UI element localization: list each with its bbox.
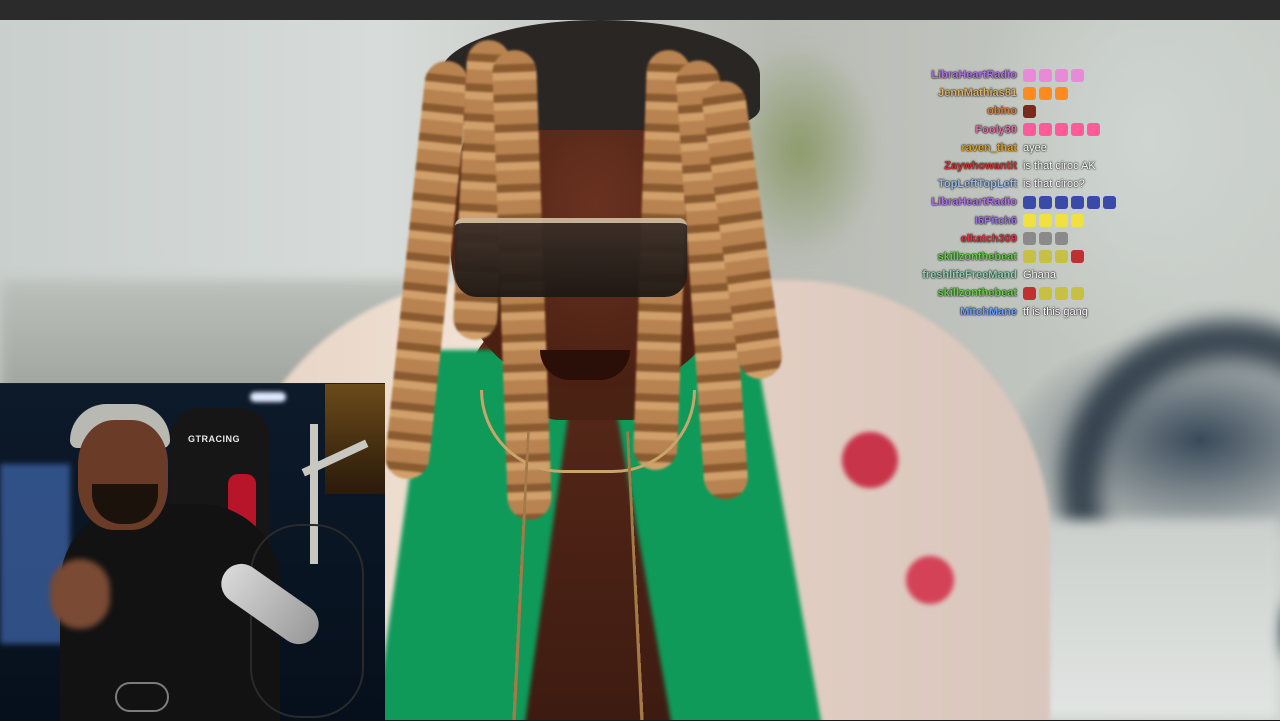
chat-emote-icon bbox=[1039, 123, 1052, 136]
chat-username[interactable]: elkatch309 bbox=[900, 233, 1023, 245]
chat-emote-icon bbox=[1023, 105, 1036, 118]
chat-emote-icon bbox=[1023, 250, 1036, 263]
chat-message: Fooly30 bbox=[900, 121, 1150, 139]
chat-username[interactable]: TopLeftTopLeft bbox=[900, 178, 1023, 190]
chat-emote-icon bbox=[1071, 196, 1084, 209]
chat-emote-icon bbox=[1071, 287, 1084, 300]
chat-emote-icon bbox=[1071, 250, 1084, 263]
chat-emote-icon bbox=[1039, 196, 1052, 209]
chat-message-text: is that ciroc AK bbox=[1023, 160, 1096, 172]
chat-username[interactable]: MitchMane bbox=[900, 306, 1023, 318]
chat-message: LibraHeartRadio bbox=[900, 193, 1150, 211]
chat-message: raven_that ayee bbox=[900, 139, 1150, 157]
chat-message: TopLeftTopLeft is that ciroc? bbox=[900, 175, 1150, 193]
chat-message-text: Ghana bbox=[1023, 269, 1056, 281]
chat-message: freshlifeFreeMand Ghana bbox=[900, 266, 1150, 284]
chat-emote-icon bbox=[1023, 87, 1036, 100]
chat-username[interactable]: LibraHeartRadio bbox=[900, 69, 1023, 81]
chat-message-body bbox=[1023, 214, 1087, 227]
chat-message-body: is that ciroc? bbox=[1023, 178, 1085, 190]
chat-username[interactable]: JennMathias81 bbox=[900, 87, 1023, 99]
chat-emote-icon bbox=[1103, 196, 1116, 209]
chat-emote-icon bbox=[1039, 232, 1052, 245]
webcam-shelf bbox=[325, 384, 385, 494]
chat-username[interactable]: skillzonthebeat bbox=[900, 287, 1023, 299]
chat-message-body: ayee bbox=[1023, 142, 1047, 154]
chat-message-body bbox=[1023, 196, 1119, 209]
chat-message: LibraHeartRadio bbox=[900, 66, 1150, 84]
chat-emote-icon bbox=[1023, 214, 1036, 227]
chat-message: elkatch309 bbox=[900, 230, 1150, 248]
chat-emote-icon bbox=[1039, 250, 1052, 263]
drinking-glass bbox=[115, 682, 169, 712]
chat-username[interactable]: skillzonthebeat bbox=[900, 251, 1023, 263]
chat-emote-icon bbox=[1087, 123, 1100, 136]
chat-username[interactable]: freshlifeFreeMand bbox=[900, 269, 1023, 281]
chat-emote-icon bbox=[1055, 196, 1068, 209]
chat-emote-icon bbox=[1023, 69, 1036, 82]
chat-emote-icon bbox=[1055, 69, 1068, 82]
performer-pendant-chain bbox=[511, 432, 646, 720]
chat-emote-icon bbox=[1071, 214, 1084, 227]
chat-message: JennMathias81 bbox=[900, 84, 1150, 102]
webcam-ceiling-light bbox=[250, 392, 286, 402]
chat-message-body bbox=[1023, 87, 1071, 100]
chat-emote-icon bbox=[1039, 69, 1052, 82]
chat-emote-icon bbox=[1055, 87, 1068, 100]
chat-username[interactable]: I6Pitch6 bbox=[900, 215, 1023, 227]
chat-message-text: ayee bbox=[1023, 142, 1047, 154]
chat-emote-icon bbox=[1023, 232, 1036, 245]
chat-emote-icon bbox=[1023, 196, 1036, 209]
top-bar bbox=[0, 0, 1280, 20]
chat-emote-icon bbox=[1055, 123, 1068, 136]
chat-username[interactable]: raven_that bbox=[900, 142, 1023, 154]
chat-message-body bbox=[1023, 250, 1087, 263]
chat-username[interactable]: Fooly30 bbox=[900, 124, 1023, 136]
chat-emote-icon bbox=[1071, 69, 1084, 82]
chat-message: MitchMane tf is this gang bbox=[900, 302, 1150, 320]
chat-message-text: is that ciroc? bbox=[1023, 178, 1085, 190]
streamer-webcam: GTRACING bbox=[0, 383, 385, 721]
chat-emote-icon bbox=[1039, 214, 1052, 227]
chat-message: Zaywhowantit is that ciroc AK bbox=[900, 157, 1150, 175]
chat-message-body bbox=[1023, 105, 1039, 118]
chat-username[interactable]: obino bbox=[900, 105, 1023, 117]
chat-message: skillzonthebeat bbox=[900, 284, 1150, 302]
chat-message-body: is that ciroc AK bbox=[1023, 160, 1096, 172]
chat-message-body bbox=[1023, 123, 1103, 136]
chat-emote-icon bbox=[1039, 287, 1052, 300]
chat-emote-icon bbox=[1023, 123, 1036, 136]
chat-message-body: tf is this gang bbox=[1023, 306, 1088, 318]
chat-emote-icon bbox=[1087, 196, 1100, 209]
chat-emote-icon bbox=[1055, 232, 1068, 245]
chat-emote-icon bbox=[1023, 287, 1036, 300]
gaming-chair-brand: GTRACING bbox=[188, 434, 240, 444]
chat-message-text: tf is this gang bbox=[1023, 306, 1088, 318]
chat-username[interactable]: Zaywhowantit bbox=[900, 160, 1023, 172]
chat-emote-icon bbox=[1055, 287, 1068, 300]
streamer-hand bbox=[50, 559, 110, 629]
chat-username[interactable]: LibraHeartRadio bbox=[900, 196, 1023, 208]
chat-emote-icon bbox=[1055, 250, 1068, 263]
chat-message-body bbox=[1023, 287, 1087, 300]
chat-emote-icon bbox=[1055, 214, 1068, 227]
chat-overlay: LibraHeartRadio JennMathias81 obino Fooly30… bbox=[900, 66, 1150, 321]
chat-message-body: Ghana bbox=[1023, 269, 1056, 281]
chat-message-body bbox=[1023, 69, 1087, 82]
chat-message-body bbox=[1023, 232, 1071, 245]
chat-emote-icon bbox=[1039, 87, 1052, 100]
chat-message: obino bbox=[900, 102, 1150, 120]
chat-message: skillzonthebeat bbox=[900, 248, 1150, 266]
performer-sunglasses bbox=[455, 218, 687, 297]
chat-message: I6Pitch6 bbox=[900, 212, 1150, 230]
chat-emote-icon bbox=[1071, 123, 1084, 136]
